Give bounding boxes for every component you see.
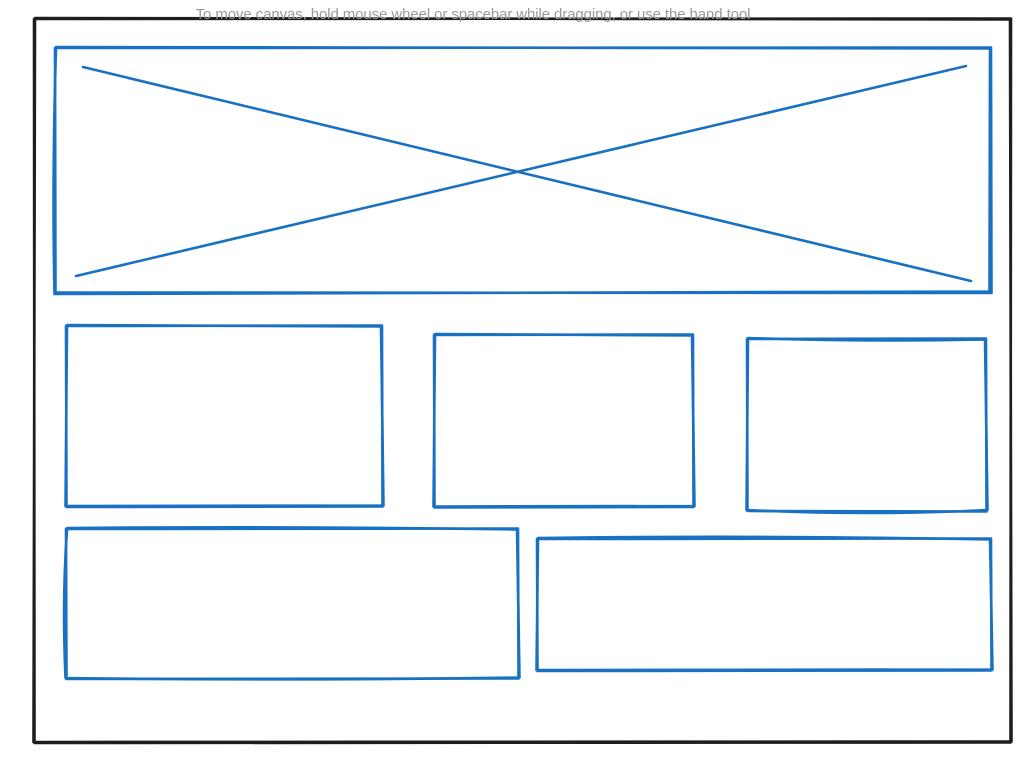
content-box-row2-right[interactable] <box>745 336 989 515</box>
box-outline-overstroke <box>432 332 696 508</box>
content-box-row3-right[interactable] <box>535 535 994 673</box>
box-outline-overstroke <box>64 323 385 508</box>
content-box-row2-left[interactable] <box>64 323 385 509</box>
box-outline-overstroke <box>745 336 989 515</box>
box-outline <box>64 527 520 681</box>
box-outline <box>64 324 384 509</box>
drawing-canvas[interactable] <box>0 0 1029 762</box>
box-outline <box>432 333 695 509</box>
box-outline-overstroke <box>62 525 521 681</box>
frame-outline-overstroke <box>32 16 1013 744</box>
hero-image-placeholder[interactable] <box>52 45 993 296</box>
wireframe-page-frame[interactable] <box>32 16 1013 745</box>
box-outline-overstroke <box>535 535 994 672</box>
frame-outline <box>32 17 1013 745</box>
content-box-row3-left[interactable] <box>62 525 521 681</box>
content-box-row2-middle[interactable] <box>432 332 696 509</box>
box-outline <box>535 537 993 673</box>
hero-image-diagonal-1 <box>81 65 973 283</box>
box-outline <box>745 337 988 513</box>
